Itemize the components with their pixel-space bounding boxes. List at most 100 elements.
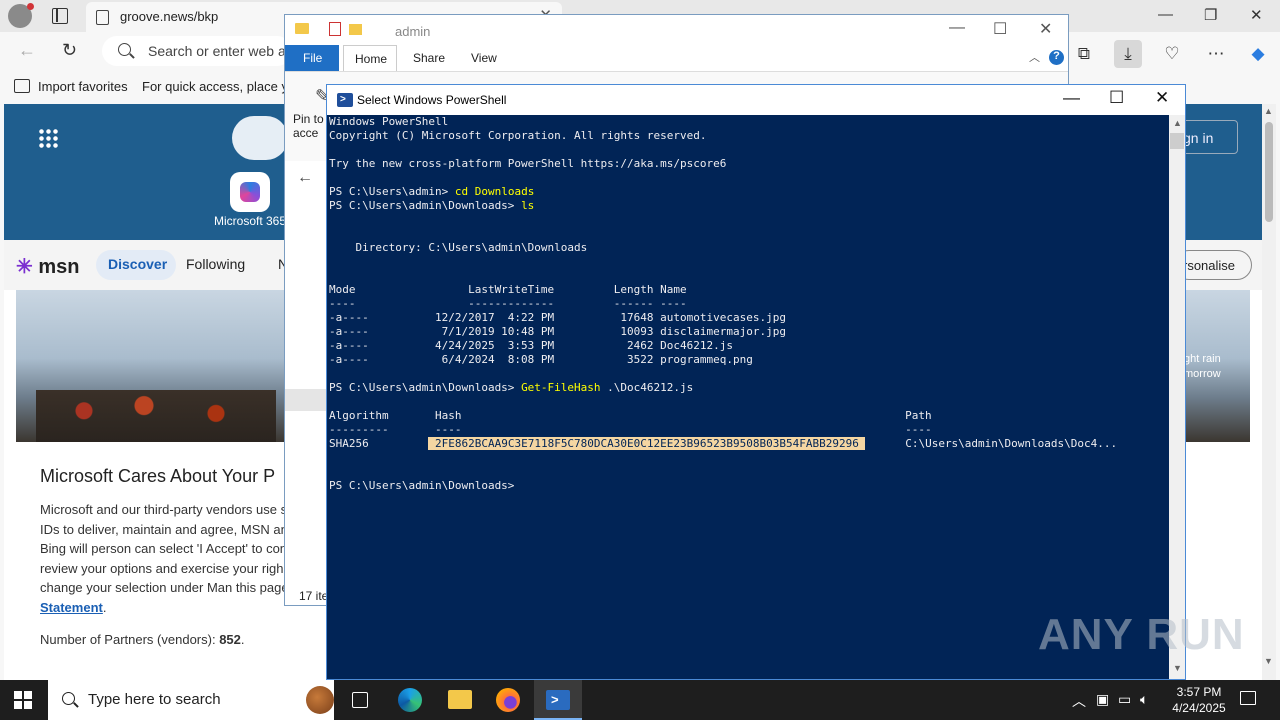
hash-value[interactable]: 2FE862BCAA9C3E7118F5C780DCA30E0C12EE23B9… [428,437,866,450]
hash-algorithm: SHA256 [329,437,369,450]
console-scrollbar[interactable]: ▲ ▼ [1169,115,1185,679]
banner-line: Windows PowerShell [329,115,449,128]
scroll-thumb[interactable] [1170,133,1184,149]
console-output: Windows PowerShell Copyright (C) Microso… [329,115,1117,493]
listing-rule: ---- ------------- ------ ---- [329,297,687,310]
volume-icon[interactable]: 🔈︎ [1140,691,1148,708]
pin-to-quick-access-label[interactable]: Pin to acce [293,112,324,140]
properties-icon[interactable] [329,22,341,36]
explorer-close-button[interactable]: ✕ [1039,19,1052,39]
file-explorer-icon [448,690,472,709]
scroll-up-icon[interactable]: ▲ [1173,118,1182,128]
ps-minimize-button[interactable]: — [1063,88,1080,108]
listing-header: Mode LastWriteTime Length Name [329,283,687,296]
command-ls: ls [521,199,535,212]
prompt: PS C:\Users\admin\Downloads> [329,381,522,394]
tab-title: groove.news/bkp [120,9,219,24]
taskbar-file-explorer[interactable] [436,680,484,720]
browser-minimize-button[interactable]: — [1158,6,1173,23]
scroll-down-icon[interactable]: ▼ [1173,663,1182,673]
taskbar-powershell[interactable]: > [534,680,582,720]
back-arrow-icon[interactable]: ← [18,40,36,61]
settings-more-icon[interactable]: ⋯ [1202,40,1230,68]
profile-avatar[interactable] [8,3,34,28]
copilot-icon[interactable]: ◆ [1244,40,1272,68]
hero-figures [36,390,276,442]
explorer-maximize-button[interactable]: ☐ [993,19,1007,39]
explorer-title: admin [395,24,431,39]
new-folder-icon[interactable] [349,24,362,35]
powershell-window: > Select Windows PowerShell — ☐ ✕ Window… [326,84,1186,680]
page-scrollbar[interactable]: ▲ ▼ [1262,104,1276,680]
browser-restore-button[interactable]: ❐ [1204,6,1217,24]
notification-icon[interactable] [1240,691,1256,705]
ps-maximize-button[interactable]: ☐ [1109,88,1124,108]
network-icon[interactable]: ▭ [1118,691,1131,708]
address-placeholder: Search or enter web a [148,43,286,59]
import-favorites-link[interactable]: Import favorites [38,79,128,94]
ps-close-button[interactable]: ✕ [1155,88,1169,108]
prompt: PS C:\Users\admin> [329,185,455,198]
tab-file[interactable]: File [285,45,339,71]
scroll-thumb[interactable] [1265,122,1273,222]
msn-search-button[interactable] [232,116,288,160]
tab-view[interactable]: View [471,51,497,65]
favorites-hint: For quick access, place you [142,79,303,94]
microsoft-365-icon[interactable] [230,172,270,212]
nav-pane-selected-item[interactable] [285,389,329,411]
task-view-button[interactable] [336,680,384,720]
powershell-title: Select Windows PowerShell [357,93,507,107]
prompt: PS C:\Users\admin\Downloads> [329,199,522,212]
tray-chevron-icon[interactable]: ︿ [1072,691,1086,711]
consent-title: Microsoft Cares About Your P [40,466,276,486]
apps-grid-icon[interactable] [38,128,58,148]
help-icon[interactable]: ? [1049,50,1064,65]
powershell-title-bar[interactable]: > Select Windows PowerShell — ☐ ✕ [327,85,1185,115]
tab-discover[interactable]: Discover [96,250,176,280]
browser-essentials-icon[interactable]: ♡ [1158,40,1186,68]
browser-close-button[interactable]: ✕ [1250,6,1263,24]
banner-line: Try the new cross-platform PowerShell ht… [329,157,727,170]
search-icon [118,43,131,56]
tab-home[interactable]: Home [343,45,397,71]
start-button[interactable] [14,691,32,709]
explorer-minimize-button[interactable]: — [949,19,965,37]
taskbar-search-placeholder: Type here to search [88,691,221,708]
address-bar[interactable]: Search or enter web a [102,36,292,66]
collapse-ribbon-icon[interactable]: ︿ [1029,49,1040,65]
weather-snippet: ght rain morrow [1184,353,1221,380]
device-icon[interactable]: ▣ [1096,691,1109,708]
collections-icon[interactable]: ⧉ [1070,40,1098,68]
firefox-icon [496,688,520,712]
task-view-icon [352,692,368,708]
refresh-icon[interactable]: ↻ [62,40,77,61]
tab-following[interactable]: Following [186,256,245,272]
tab-share[interactable]: Share [413,51,445,65]
taskbar-edge[interactable] [386,680,434,720]
command-cd: cd Downloads [454,185,535,198]
file-row: -a---- 7/1/2019 10:48 PM 10093 disclaime… [329,325,786,338]
powershell-icon: > [337,93,353,107]
file-row: -a---- 6/4/2024 8:08 PM 3522 programmeq.… [329,353,753,366]
partners-count: Number of Partners (vendors): 852. [40,632,245,647]
scroll-up-icon[interactable]: ▲ [1264,106,1273,116]
powershell-console[interactable]: Windows PowerShell Copyright (C) Microso… [327,115,1169,679]
consent-card: Microsoft Cares About Your P Microsoft a… [8,442,379,680]
banner-line: Copyright (C) Microsoft Corporation. All… [329,129,707,142]
explorer-ribbon-tabs: File Home Share View ︿ ? [285,45,1068,71]
directory-line: Directory: C:\Users\admin\Downloads [329,241,588,254]
taskbar-firefox[interactable] [484,680,532,720]
explorer-item-count: 17 ite [299,589,329,603]
search-icon [62,692,75,705]
explorer-title-bar: admin — ☐ ✕ [285,15,1068,45]
scroll-down-icon[interactable]: ▼ [1264,656,1273,666]
taskbar-search-box[interactable]: Type here to search [48,680,334,720]
downloads-icon[interactable]: ⤓ [1114,40,1142,68]
tab-actions-icon[interactable] [52,8,68,24]
explorer-back-icon[interactable]: ← [297,169,313,187]
file-row: -a---- 4/24/2025 3:53 PM 2462 Doc46212.j… [329,339,733,352]
powershell-icon: > [546,690,570,710]
command-get-filehash: Get-FileHash [521,381,601,394]
system-clock[interactable]: 3:57 PM 4/24/2025 [1160,684,1238,716]
command-arg: .\Doc46212.js [600,381,694,394]
